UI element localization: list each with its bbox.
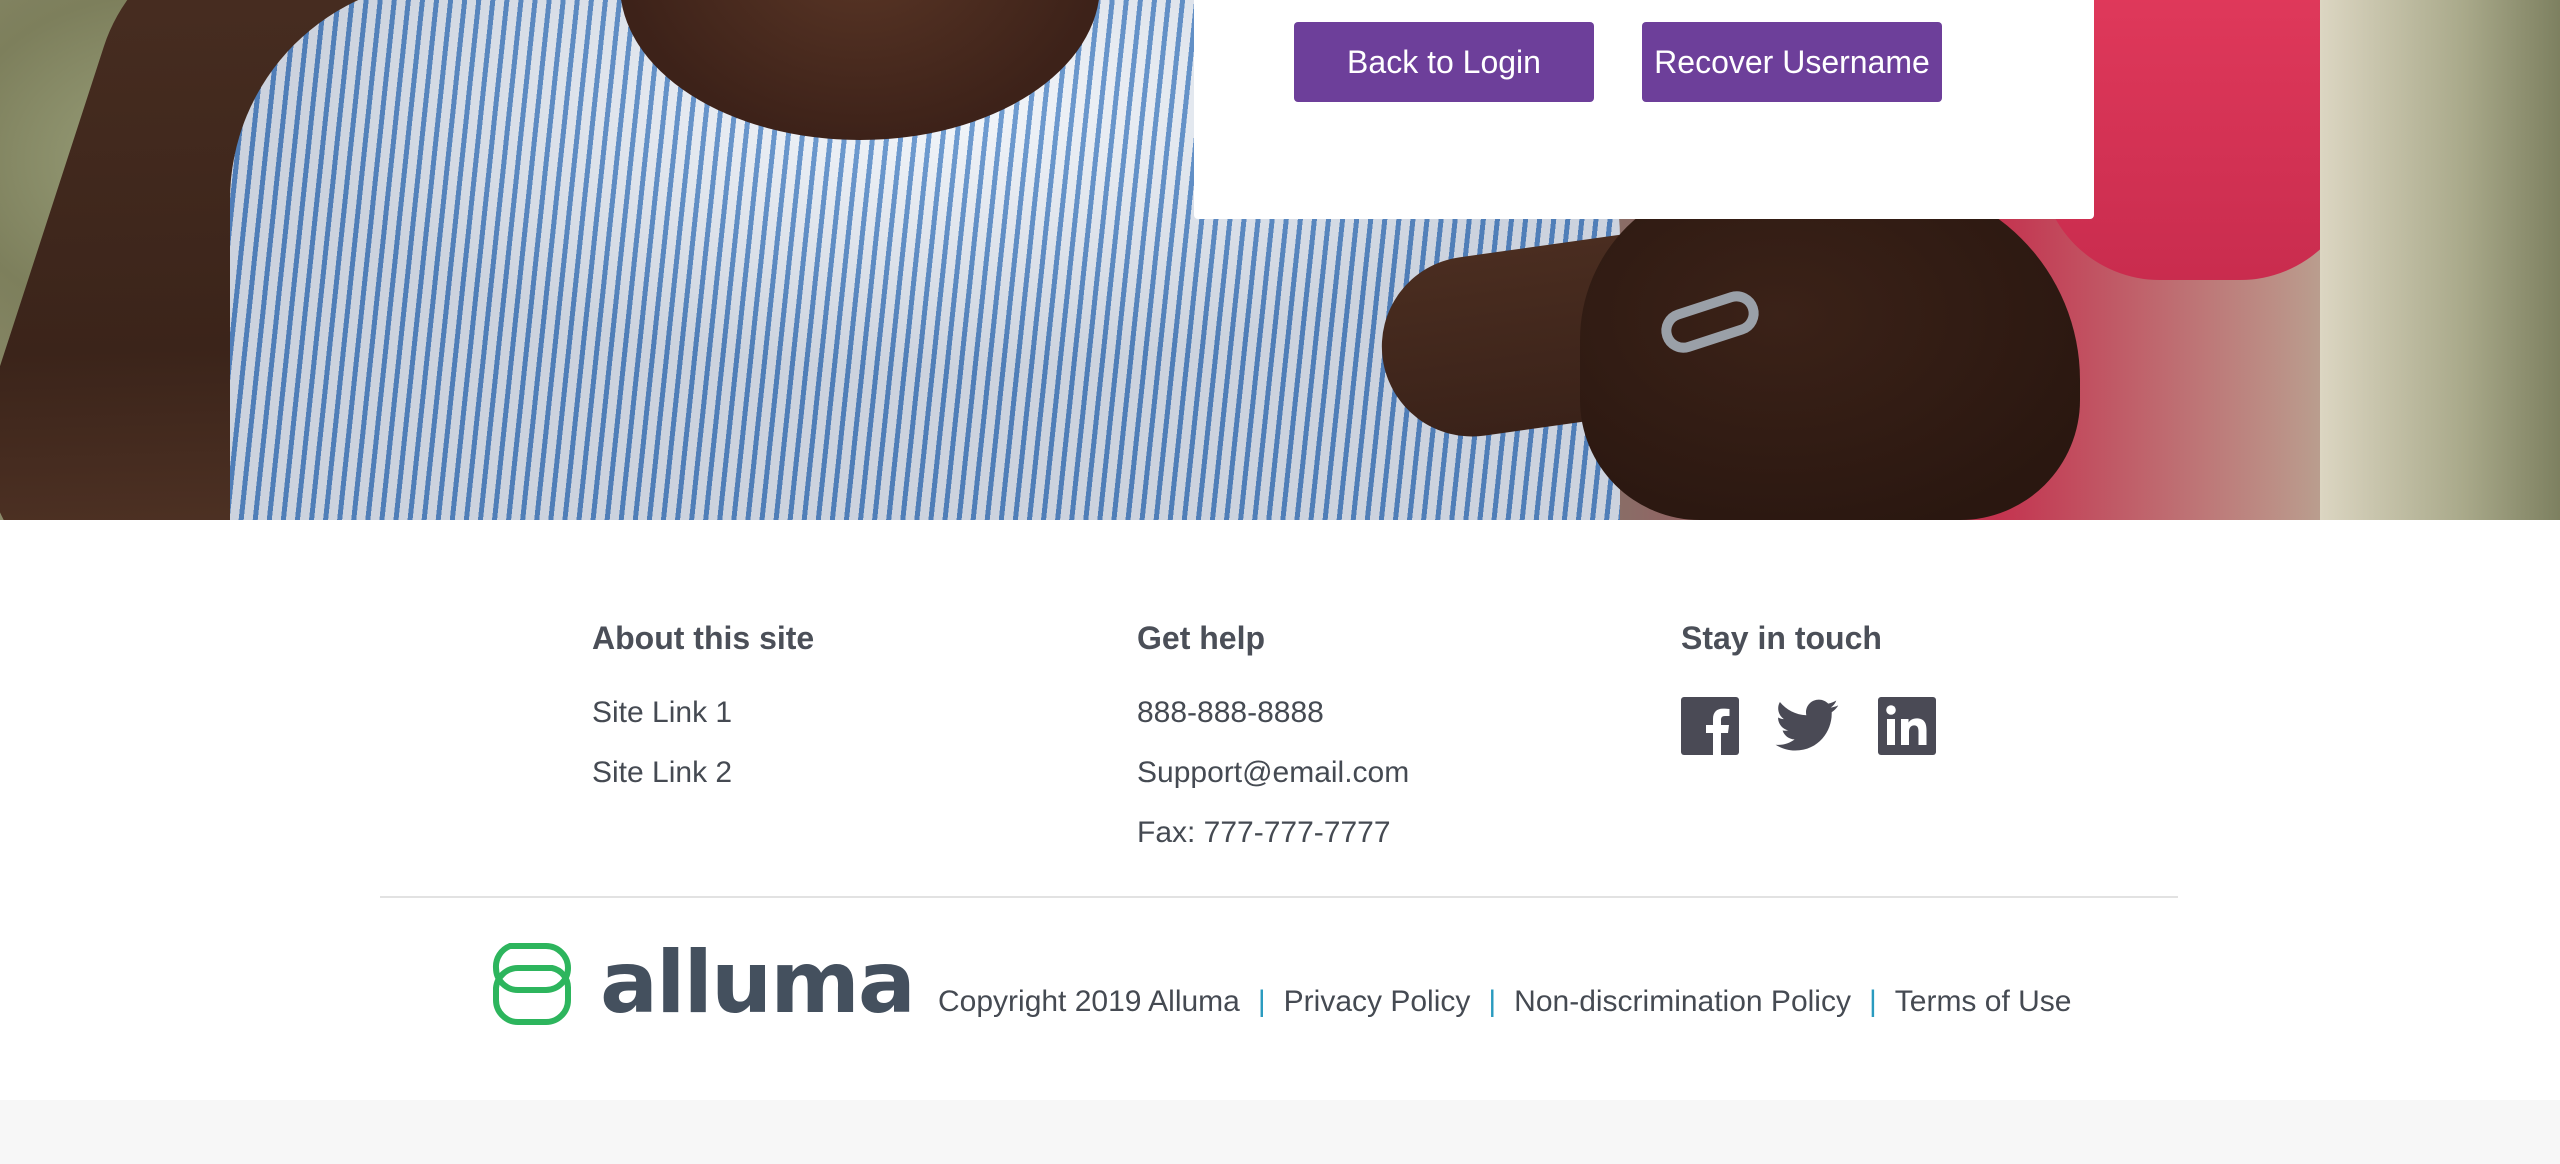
alluma-logo[interactable]: alluma <box>490 933 916 1052</box>
linkedin-icon[interactable] <box>1878 697 1936 755</box>
legal-separator: | <box>1868 985 1877 1018</box>
legal-separator: | <box>1488 985 1497 1018</box>
site-link-2[interactable]: Site Link 2 <box>592 756 732 790</box>
site-link-1[interactable]: Site Link 1 <box>592 696 732 730</box>
help-phone-link[interactable]: 888-888-8888 <box>1137 696 1324 730</box>
facebook-icon[interactable] <box>1681 697 1739 755</box>
privacy-policy-link[interactable]: Privacy Policy <box>1284 985 1471 1019</box>
back-to-login-button[interactable]: Back to Login <box>1294 22 1594 102</box>
alluma-logo-text: alluma <box>600 933 916 1033</box>
recover-username-button[interactable]: Recover Username <box>1642 22 1942 102</box>
site-footer: About this site Site Link 1 Site Link 2 … <box>0 520 2560 1100</box>
page-bottom-band <box>0 1100 2560 1164</box>
legal-separator: | <box>1257 985 1266 1018</box>
about-heading: About this site <box>592 620 815 656</box>
help-fax: Fax: 777-777-7777 <box>1137 816 1391 849</box>
help-heading: Get help <box>1137 620 1266 656</box>
help-email-link[interactable]: Support@email.com <box>1137 756 1409 790</box>
twitter-icon[interactable] <box>1775 697 1839 755</box>
form-card: Back to Login Recover Username <box>1194 0 2094 219</box>
alluma-logo-mark <box>492 943 571 1025</box>
footer-divider <box>380 896 2178 898</box>
copyright-text: Copyright 2019 Alluma <box>938 985 1240 1018</box>
terms-of-use-link[interactable]: Terms of Use <box>1895 985 2072 1019</box>
legal-links: Copyright 2019 Alluma | Privacy Policy |… <box>938 985 2071 1019</box>
nondiscrimination-policy-link[interactable]: Non-discrimination Policy <box>1514 985 1851 1019</box>
photo-background-bench <box>2320 0 2560 520</box>
photo-adult-hand <box>1580 180 2080 520</box>
social-heading: Stay in touch <box>1681 620 1882 656</box>
